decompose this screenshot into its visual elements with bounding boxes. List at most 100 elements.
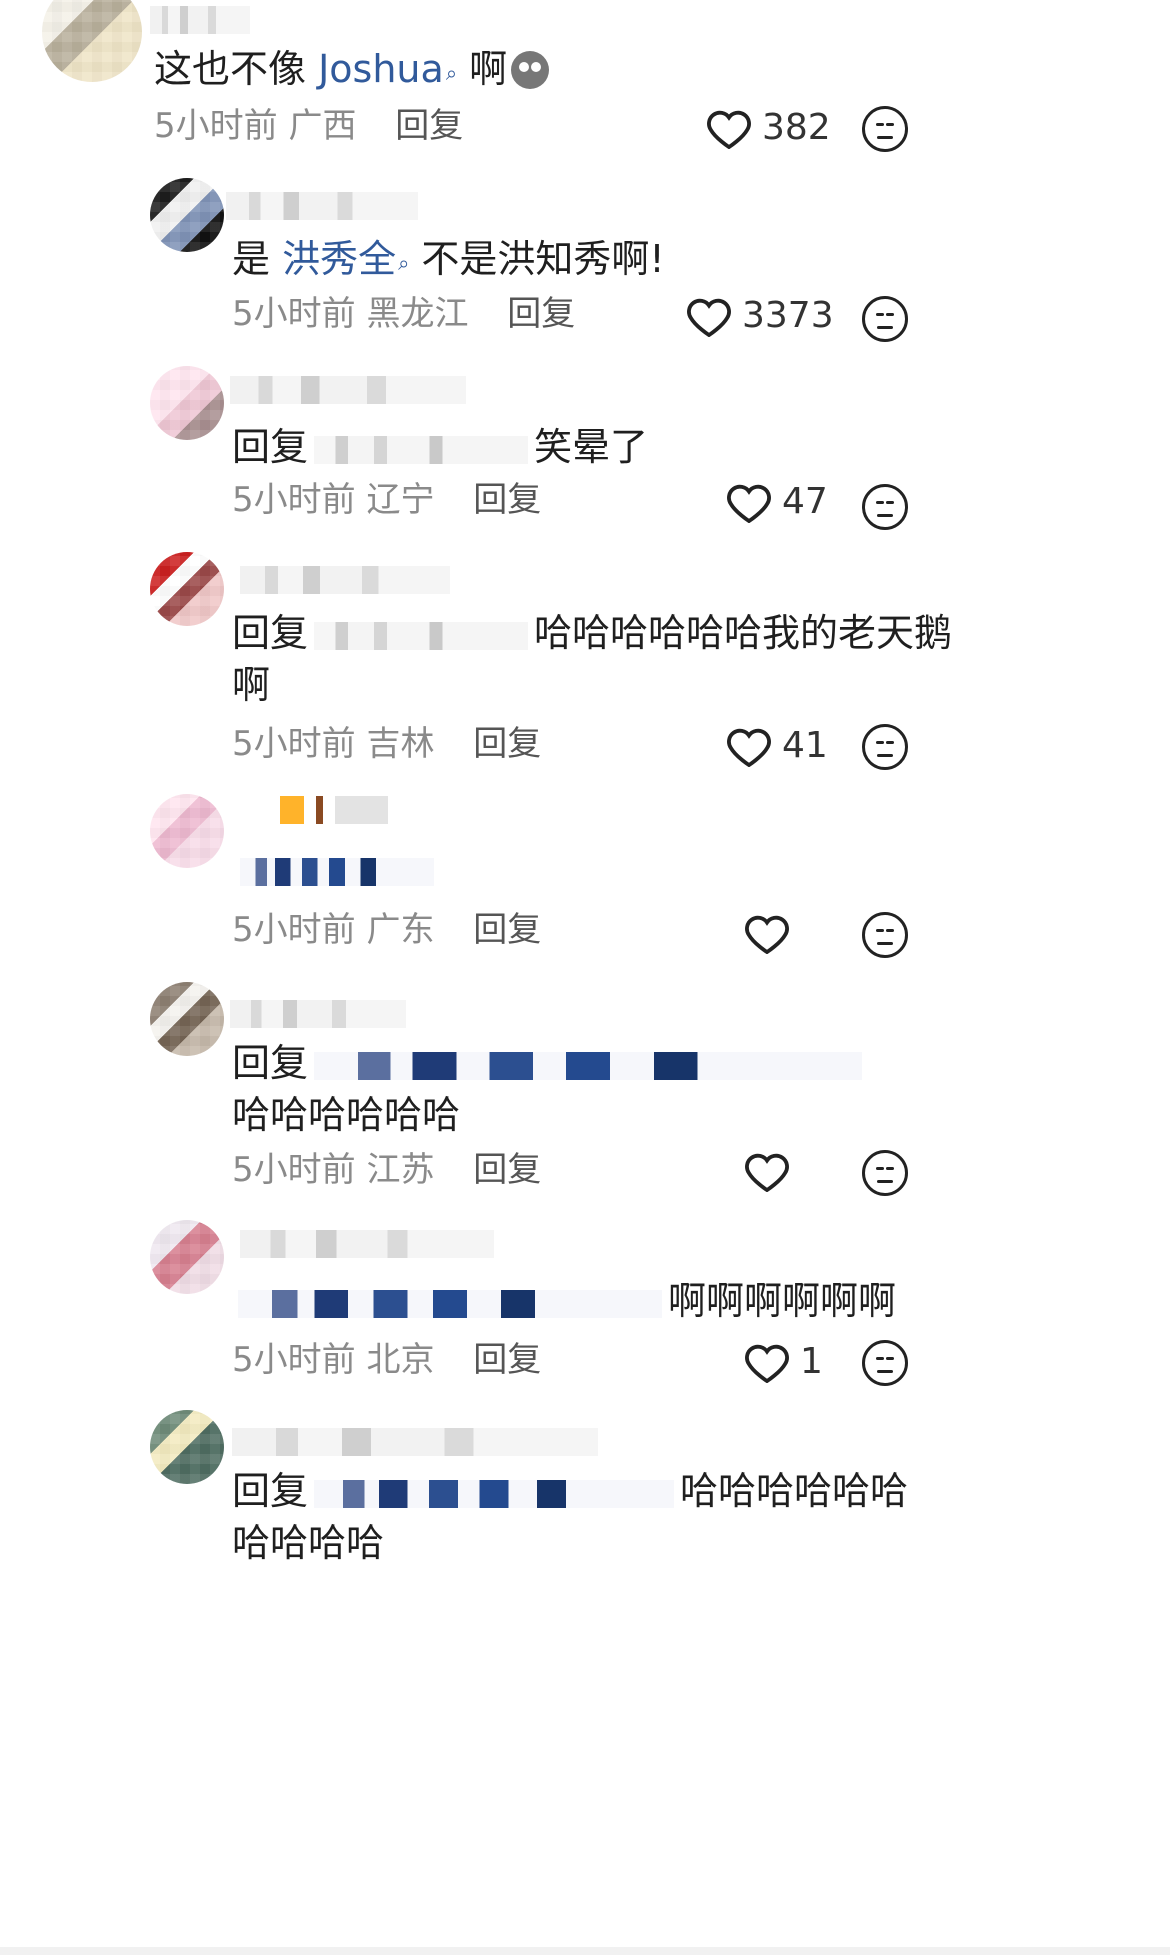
like-button[interactable]: 1 [744, 1340, 823, 1384]
comment-suffix: 哈哈哈哈哈哈 [680, 1469, 909, 1513]
time-label: 5小时前 [232, 480, 356, 520]
comment-text: 啊啊啊啊啊啊 [232, 1274, 896, 1328]
comment-meta: 5小时前 广东 回复 [232, 908, 541, 952]
heart-icon [707, 110, 751, 149]
heart-icon [745, 1153, 789, 1192]
location-label: 广西 [288, 106, 357, 146]
comment-prefix: 这也不像 [154, 47, 319, 91]
reply-button[interactable]: 回复 [473, 1150, 541, 1190]
location-label: 广东 [366, 910, 435, 950]
username[interactable] [240, 1230, 494, 1258]
dislike-face-icon[interactable] [862, 724, 908, 770]
dislike-face-icon[interactable] [862, 1150, 908, 1196]
comment-text: 回复 哈哈哈哈哈哈 [232, 1464, 908, 1518]
username[interactable] [150, 6, 250, 34]
sad-face-emoji-icon [511, 51, 550, 89]
location-label: 辽宁 [366, 480, 435, 520]
dislike-face-icon[interactable] [862, 1340, 908, 1386]
avatar[interactable] [150, 178, 224, 252]
username[interactable] [232, 1428, 598, 1456]
time-label: 5小时前 [154, 106, 278, 146]
avatar[interactable] [150, 552, 224, 626]
like-button[interactable]: 382 [706, 106, 831, 150]
avatar[interactable] [42, 0, 142, 82]
dislike-face-icon[interactable] [862, 484, 908, 530]
like-button[interactable]: 41 [726, 724, 828, 768]
comment-suffix: 啊啊啊啊啊啊 [668, 1279, 897, 1323]
mention-link[interactable]: Joshua [318, 47, 444, 91]
heart-icon [727, 484, 771, 523]
comment-text: 是 洪秀全 ⌕ 不是洪知秀啊! [232, 232, 665, 286]
comment-suffix: 啊 [457, 47, 508, 91]
search-icon: ⌕ [445, 61, 458, 85]
avatar[interactable] [150, 366, 224, 440]
search-icon: ⌕ [398, 251, 410, 275]
like-count: 47 [782, 481, 828, 522]
time-label: 5小时前 [232, 1150, 356, 1190]
reply-button[interactable]: 回复 [507, 294, 575, 334]
time-label: 5小时前 [232, 910, 356, 950]
reply-target-mention[interactable] [238, 1289, 662, 1318]
like-button[interactable]: 47 [726, 480, 828, 524]
mention-link[interactable]: 洪秀全 [282, 237, 396, 281]
username[interactable] [230, 376, 466, 404]
dislike-face-icon[interactable] [862, 912, 908, 958]
reply-button[interactable]: 回复 [395, 106, 463, 146]
comment-text-line-2: 啊 [232, 663, 271, 707]
reply-prefix: 回复 [232, 425, 309, 469]
username[interactable] [226, 192, 418, 220]
like-count: 41 [782, 725, 828, 766]
heart-icon [727, 728, 771, 767]
bottom-edge [0, 1947, 1170, 1955]
dislike-face-icon[interactable] [862, 296, 908, 342]
comment-suffix: 哈哈哈哈哈哈我的老天鹅 [534, 611, 953, 655]
comment-text-line-2: 哈哈哈哈 [232, 1521, 385, 1565]
comment-text-blurred [240, 858, 434, 886]
comment-meta: 5小时前 辽宁 回复 [232, 478, 541, 522]
location-label: 黑龙江 [366, 294, 469, 334]
comment-text-line-2: 哈哈哈哈哈哈 [232, 1093, 461, 1137]
comment-meta: 5小时前 吉林 回复 [232, 722, 541, 766]
reply-prefix: 回复 [232, 611, 309, 655]
reply-target-mention[interactable] [314, 1479, 675, 1508]
time-label: 5小时前 [232, 294, 356, 334]
comment-meta: 5小时前 北京 回复 [232, 1338, 541, 1382]
comment-prefix: 是 [232, 237, 283, 281]
like-count: 3373 [742, 295, 834, 336]
reply-prefix: 回复 [232, 1041, 309, 1085]
reply-button[interactable]: 回复 [473, 724, 541, 764]
like-button[interactable]: 3373 [686, 294, 834, 338]
time-label: 5小时前 [232, 1340, 356, 1380]
avatar[interactable] [150, 982, 224, 1056]
reply-prefix: 回复 [232, 1469, 309, 1513]
comment-text: 回复 [232, 1036, 868, 1090]
dislike-face-icon[interactable] [862, 106, 908, 152]
avatar[interactable] [150, 794, 224, 868]
heart-icon [745, 1344, 789, 1383]
reply-target-mention[interactable] [314, 435, 529, 464]
reply-button[interactable]: 回复 [473, 910, 541, 950]
location-label: 北京 [366, 1340, 435, 1380]
avatar[interactable] [150, 1220, 224, 1294]
comment-text: 回复 哈哈哈哈哈哈我的老天鹅 [232, 606, 952, 660]
like-count: 1 [800, 1341, 823, 1382]
reply-button[interactable]: 回复 [473, 480, 541, 520]
comment-text: 回复 笑晕了 [232, 420, 648, 474]
comment-meta: 5小时前 黑龙江 回复 [232, 292, 575, 336]
reply-button[interactable]: 回复 [473, 1340, 541, 1380]
time-label: 5小时前 [232, 724, 356, 764]
comment-meta: 5小时前 江苏 回复 [232, 1148, 541, 1192]
like-count: 382 [762, 107, 831, 148]
location-label: 江苏 [366, 1150, 435, 1190]
username[interactable] [240, 566, 450, 594]
avatar[interactable] [150, 1410, 224, 1484]
username[interactable] [268, 796, 388, 824]
heart-icon [745, 915, 789, 954]
heart-icon [687, 298, 731, 337]
comment-suffix: 笑晕了 [534, 425, 649, 469]
like-button[interactable] [744, 912, 790, 954]
reply-target-mention[interactable] [314, 621, 529, 650]
like-button[interactable] [744, 1150, 790, 1192]
username[interactable] [230, 1000, 406, 1028]
reply-target-mention[interactable] [314, 1051, 863, 1080]
